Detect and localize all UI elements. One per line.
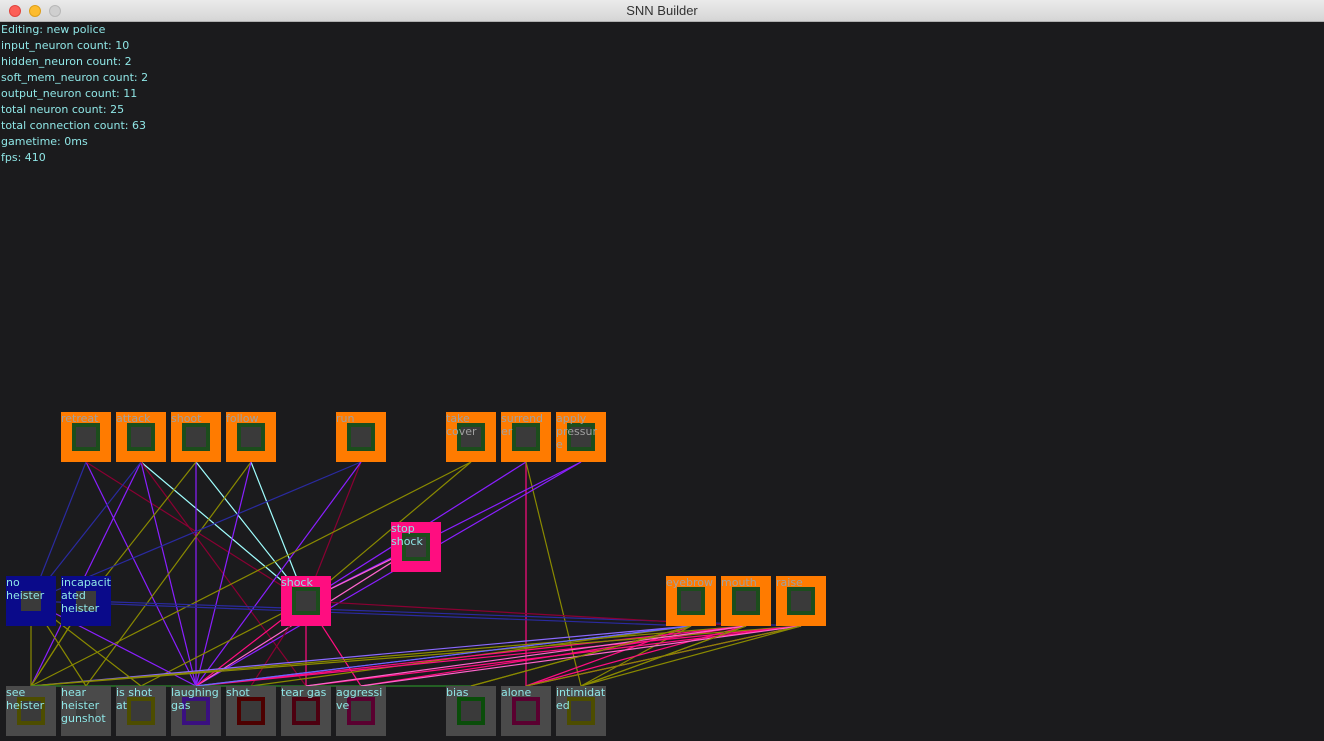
neuron-shock-label: shock [281,576,313,589]
neuron-see-heister-label: see heister [6,686,45,712]
neuron-follow-label: follow [226,412,259,425]
connection-follow-to-hear-heister-gunshot [85,461,252,687]
network-canvas[interactable]: Editing: new police input_neuron count: … [0,22,1324,741]
neuron-incapacitated-heister[interactable]: incapacit ated heister [61,576,111,626]
total-connection-count: total connection count: 63 [1,119,146,132]
neuron-alone[interactable]: alone [501,686,551,736]
neuron-alone-label: alone [501,686,532,699]
neuron-see-heister[interactable]: see heister [6,686,56,736]
connection-retreat-to-laughing-gas [85,461,197,687]
neuron-mouth-core [732,587,760,615]
input-neuron-count: input_neuron count: 10 [1,39,130,52]
connection-run-to-laughing-gas [195,461,362,687]
neuron-intimidated[interactable]: intimidat ed [556,686,606,736]
window-title: SNN Builder [626,3,698,18]
neuron-raise-label: raise [776,576,803,589]
neuron-attack-core [127,423,155,451]
neuron-shot-label: shot [226,686,250,699]
editing-label: Editing: new police [1,23,106,36]
neuron-retreat-label: retreat [61,412,99,425]
neuron-raise-core [787,587,815,615]
connection-no-heister-to-eyebrow [30,600,692,627]
connection-follow-to-laughing-gas [195,461,252,687]
neuron-raise[interactable]: raise [776,576,826,626]
neuron-tear-gas-core [292,697,320,725]
neuron-stop-shock[interactable]: stop shock [391,522,441,572]
neuron-eyebrow-core [677,587,705,615]
neuron-shoot-label: shoot [171,412,202,425]
total-neuron-count: total neuron count: 25 [1,103,125,116]
neuron-retreat-core [72,423,100,451]
neuron-aggressive[interactable]: aggressi ve [336,686,386,736]
gametime-readout: gametime: 0ms [1,135,88,148]
neuron-bias-core [457,697,485,725]
neuron-incapacitated-heister-label: incapacit ated heister [61,576,111,615]
neuron-no-heister[interactable]: no heister [6,576,56,626]
neuron-laughing-gas[interactable]: laughing gas [171,686,221,736]
neuron-stop-shock-label: stop shock [391,522,423,548]
neuron-hear-heister-gunshot-label: hear heister gunshot [61,686,106,725]
neuron-surrender-label: surrend er [501,412,544,438]
neuron-tear-gas-label: tear gas [281,686,327,699]
neuron-shoot-core [182,423,210,451]
output-neuron-count: output_neuron count: 11 [1,87,138,100]
neuron-hear-heister-gunshot[interactable]: hear heister gunshot [61,686,111,736]
neuron-surrender[interactable]: surrend er [501,412,551,462]
neuron-take-cover[interactable]: take cover [446,412,496,462]
neuron-shot-core [237,697,265,725]
soft-mem-neuron-count: soft_mem_neuron count: 2 [1,71,149,84]
neuron-mouth-label: mouth [721,576,757,589]
neuron-retreat[interactable]: retreat [61,412,111,462]
connection-raise-to-laughing-gas [195,625,802,687]
neuron-run[interactable]: run [336,412,386,462]
neuron-shot[interactable]: shot [226,686,276,736]
neuron-laughing-gas-label: laughing gas [171,686,219,712]
neuron-follow[interactable]: follow [226,412,276,462]
neuron-shock[interactable]: shock [281,576,331,626]
neuron-shock-core [292,587,320,615]
neuron-run-label: run [336,412,355,425]
neuron-alone-core [512,697,540,725]
neuron-eyebrow[interactable]: eyebrow [666,576,716,626]
neuron-is-shot-at-label: is shot at [116,686,153,712]
neuron-no-heister-label: no heister [6,576,45,602]
neuron-tear-gas[interactable]: tear gas [281,686,331,736]
connection-attack-to-see-heister [30,461,142,687]
neuron-eyebrow-label: eyebrow [666,576,714,589]
neuron-aggressive-label: aggressi ve [336,686,383,712]
connection-raise-to-tear-gas [305,625,802,687]
title-bar: SNN Builder [0,0,1324,22]
neuron-run-core [347,423,375,451]
neuron-intimidated-label: intimidat ed [556,686,606,712]
connection-apply-pressure-to-laughing-gas [195,461,582,687]
neuron-attack[interactable]: attack [116,412,166,462]
neuron-shoot[interactable]: shoot [171,412,221,462]
stats-panel: Editing: new police input_neuron count: … [1,22,148,166]
neuron-bias-label: bias [446,686,469,699]
neuron-mouth[interactable]: mouth [721,576,771,626]
neuron-bias[interactable]: bias [446,686,496,736]
neuron-take-cover-label: take cover [446,412,477,438]
neuron-apply-pressure-label: apply pressur e [556,412,597,451]
neuron-attack-label: attack [116,412,151,425]
neuron-apply-pressure[interactable]: apply pressur e [556,412,606,462]
neuron-is-shot-at[interactable]: is shot at [116,686,166,736]
neuron-follow-core [237,423,265,451]
fps-readout: fps: 410 [1,151,46,164]
connection-layer [30,461,802,687]
hidden-neuron-count: hidden_neuron count: 2 [1,55,132,68]
